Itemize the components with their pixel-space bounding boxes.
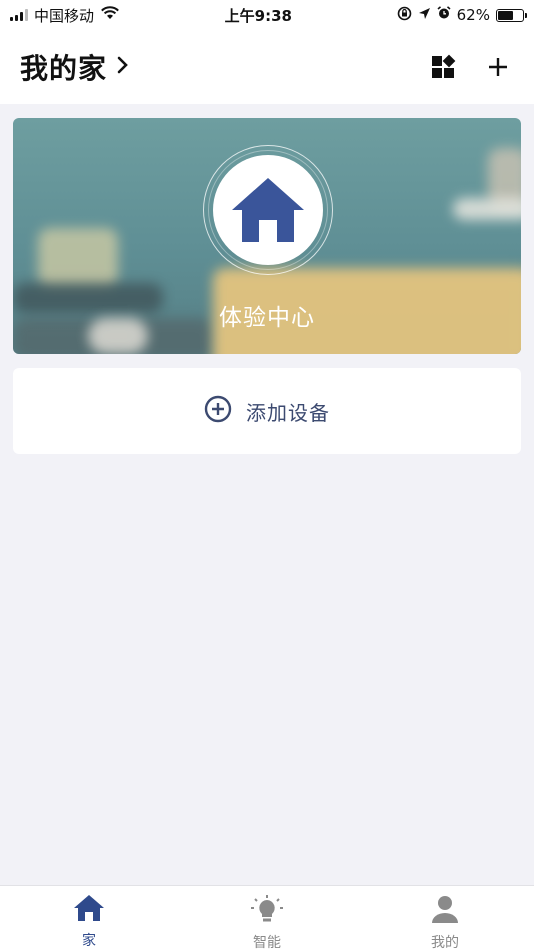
carrier-label: 中国移动: [34, 6, 95, 25]
tab-bar: 家 智能 我的: [0, 885, 534, 950]
house-icon: [73, 894, 105, 926]
lightbulb-icon: [249, 894, 285, 928]
grid-icon[interactable]: [430, 53, 458, 81]
signal-icon: [10, 9, 28, 21]
experience-center-card[interactable]: 体验中心: [13, 118, 521, 354]
banner-label: 体验中心: [219, 305, 315, 331]
home-selector[interactable]: 我的家: [20, 47, 129, 87]
plus-circle-icon: [204, 395, 232, 427]
tab-mine[interactable]: 我的: [356, 886, 534, 950]
add-device-label: 添加设备: [246, 400, 330, 425]
status-bar: 中国移动 上午9:38 62%: [0, 0, 534, 30]
battery-fill: [497, 10, 513, 20]
status-left: 中国移动: [10, 5, 120, 26]
tab-smart-label: 智能: [253, 935, 281, 950]
location-icon: [418, 6, 431, 24]
add-device-button[interactable]: 添加设备: [13, 368, 521, 454]
plus-icon[interactable]: [484, 53, 512, 81]
wifi-icon: [100, 6, 120, 24]
rotation-lock-icon: [397, 6, 412, 25]
alarm-icon: [437, 6, 451, 24]
battery-icon: [495, 8, 527, 22]
tab-home-label: 家: [82, 933, 96, 949]
header-actions: [430, 53, 512, 81]
tab-mine-label: 我的: [431, 935, 459, 950]
header: 我的家: [0, 30, 534, 104]
status-right: 62%: [397, 6, 527, 25]
house-icon: [213, 155, 323, 265]
person-icon: [430, 894, 460, 928]
status-time: 上午9:38: [224, 6, 292, 25]
tab-smart[interactable]: 智能: [178, 886, 356, 950]
battery-percent: 62%: [456, 6, 490, 24]
chevron-right-icon: [117, 56, 129, 78]
page-title: 我的家: [20, 52, 108, 85]
tab-home[interactable]: 家: [0, 886, 178, 950]
